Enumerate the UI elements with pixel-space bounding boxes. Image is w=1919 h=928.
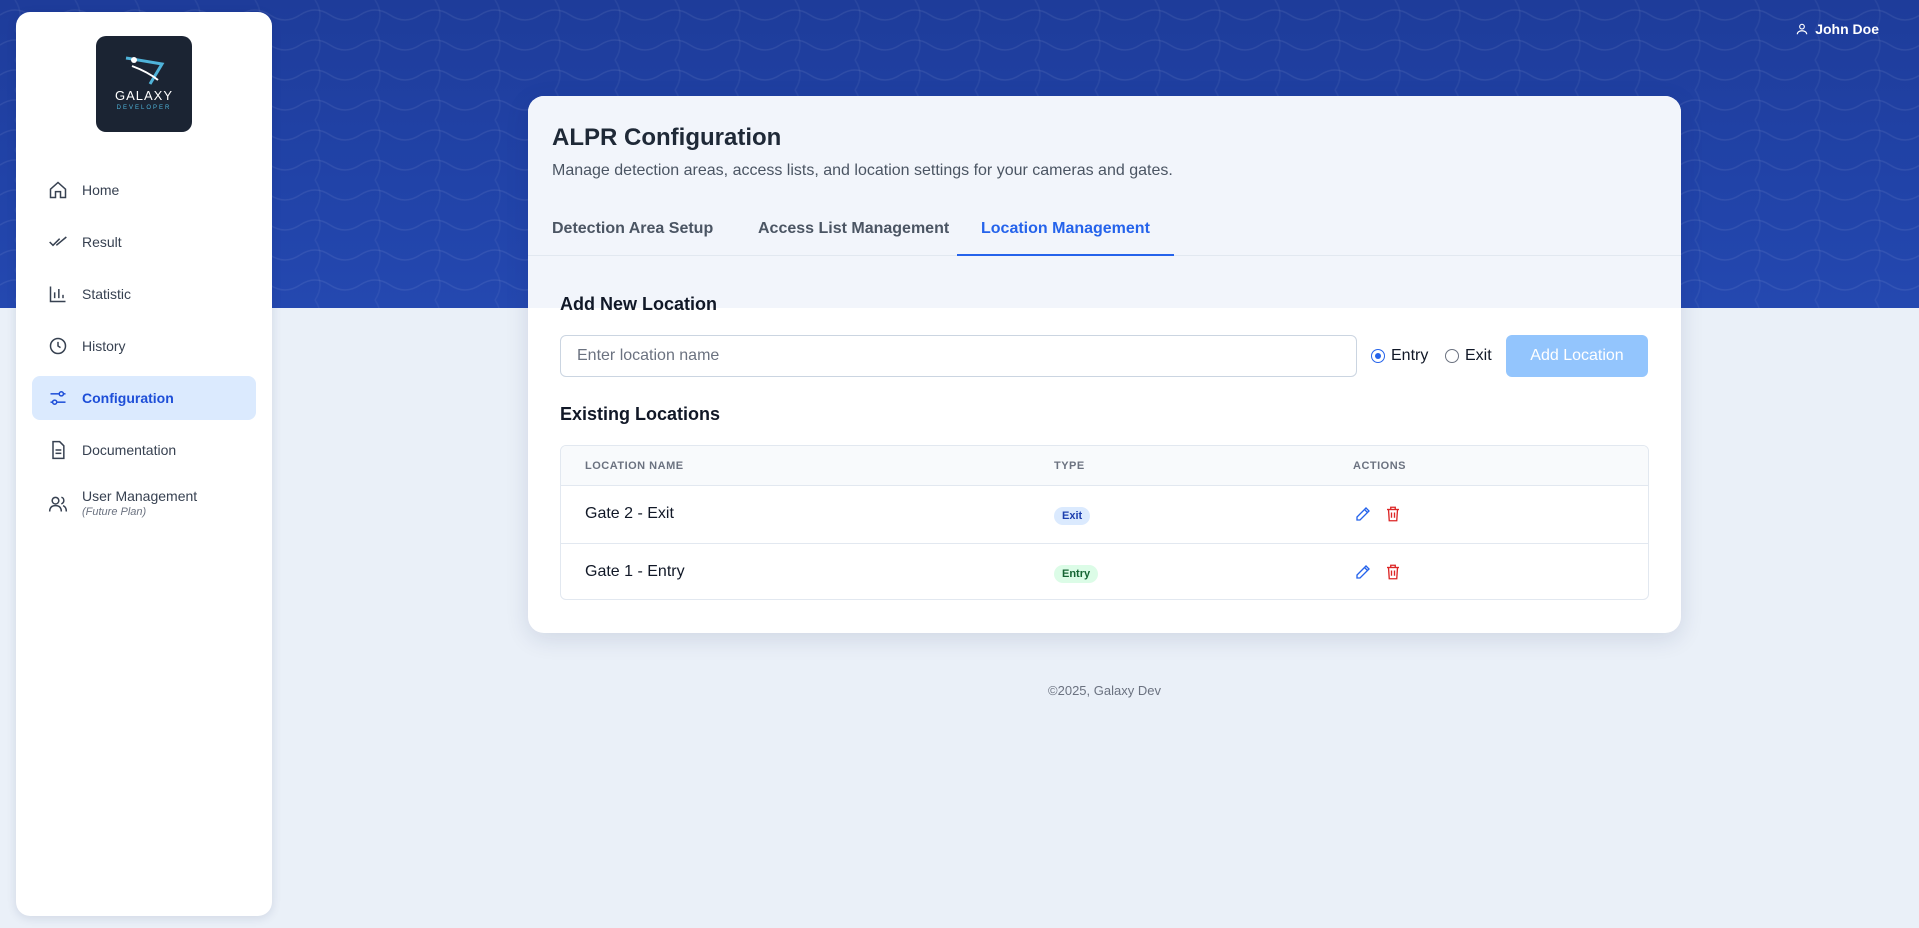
user-icon — [1795, 22, 1809, 36]
page-subtitle: Manage detection areas, access lists, an… — [552, 162, 1173, 179]
delete-icon[interactable] — [1383, 562, 1403, 582]
bar-chart-icon — [48, 284, 68, 304]
user-name: John Doe — [1815, 21, 1879, 37]
type-badge: Exit — [1054, 507, 1091, 525]
add-location-button[interactable]: Add Location — [1506, 335, 1648, 377]
sliders-icon — [48, 388, 68, 408]
check-double-icon — [48, 232, 68, 252]
radio-entry[interactable]: Entry — [1371, 347, 1428, 365]
clock-icon — [48, 336, 68, 356]
type-badge: Entry — [1054, 565, 1099, 583]
tab-bar: Detection Area Setup Access List Managem… — [528, 210, 1681, 256]
radio-exit-button[interactable] — [1445, 349, 1459, 363]
column-header-type: TYPE — [1054, 460, 1085, 472]
sidebar-item-result[interactable]: Result — [32, 220, 256, 264]
logo-mark — [125, 56, 165, 85]
sidebar-nav: Home Result Statistic History Configurat… — [32, 168, 256, 540]
radio-exit-label: Exit — [1465, 347, 1492, 364]
brand-tagline: DEVELOPER — [116, 105, 172, 111]
users-icon — [48, 494, 68, 514]
location-name-cell: Gate 2 - Exit — [585, 505, 674, 522]
sidebar-item-documentation[interactable]: Documentation — [32, 428, 256, 472]
edit-icon[interactable] — [1353, 504, 1373, 524]
sidebar-item-label: User Management — [82, 488, 198, 504]
table-header: LOCATION NAME TYPE ACTIONS — [561, 446, 1648, 486]
sidebar-item-sublabel: (Future Plan) — [82, 506, 147, 518]
radio-entry-label: Entry — [1391, 347, 1429, 364]
sidebar-item-label: Home — [82, 182, 120, 198]
page-title: ALPR Configuration — [552, 124, 782, 151]
tab-access-list-management[interactable]: Access List Management — [734, 210, 973, 256]
sidebar-item-configuration[interactable]: Configuration — [32, 376, 256, 420]
home-icon — [48, 180, 68, 200]
edit-icon[interactable] — [1353, 562, 1373, 582]
brand-name: GALAXY — [114, 88, 174, 103]
location-name-input[interactable] — [560, 335, 1357, 377]
radio-exit[interactable]: Exit — [1445, 347, 1492, 365]
sidebar-item-label: Documentation — [82, 442, 177, 458]
sidebar-item-user-management[interactable]: User Management (Future Plan) — [32, 480, 256, 532]
sidebar-item-label: History — [82, 338, 126, 354]
user-menu[interactable]: John Doe — [1795, 21, 1879, 37]
sidebar-item-label: Configuration — [82, 390, 174, 406]
sidebar: GALAXY DEVELOPER Home Result Statistic H… — [16, 12, 272, 916]
radio-entry-button[interactable] — [1371, 349, 1385, 363]
card-header: ALPR Configuration Manage detection area… — [528, 96, 1681, 308]
sidebar-item-statistic[interactable]: Statistic — [32, 272, 256, 316]
column-header-location-name: LOCATION NAME — [585, 460, 684, 472]
table-row: Gate 2 - Exit Exit — [561, 486, 1648, 543]
column-header-actions: ACTIONS — [1353, 460, 1406, 472]
table-row: Gate 1 - Entry Entry — [561, 543, 1648, 599]
location-name-cell: Gate 1 - Entry — [585, 563, 685, 580]
existing-locations-title: Existing Locations — [560, 404, 721, 424]
tab-location-management[interactable]: Location Management — [957, 210, 1174, 256]
footer: ©2025, Galaxy Dev — [1048, 683, 1161, 698]
locations-table: LOCATION NAME TYPE ACTIONS Gate 2 - Exit… — [560, 445, 1649, 600]
sidebar-item-history[interactable]: History — [32, 324, 256, 368]
sidebar-item-label: Statistic — [82, 286, 132, 302]
document-icon — [48, 440, 68, 460]
delete-icon[interactable] — [1383, 504, 1403, 524]
brand-logo: GALAXY DEVELOPER — [96, 36, 192, 132]
add-location-title: Add New Location — [560, 294, 717, 314]
sidebar-item-label: Result — [82, 234, 122, 250]
sidebar-item-label-wrap: User Management (Future Plan) — [82, 488, 197, 518]
config-card: ALPR Configuration Manage detection area… — [528, 96, 1681, 633]
tab-detection-area-setup[interactable]: Detection Area Setup — [528, 210, 737, 256]
sidebar-item-home[interactable]: Home — [32, 168, 256, 212]
